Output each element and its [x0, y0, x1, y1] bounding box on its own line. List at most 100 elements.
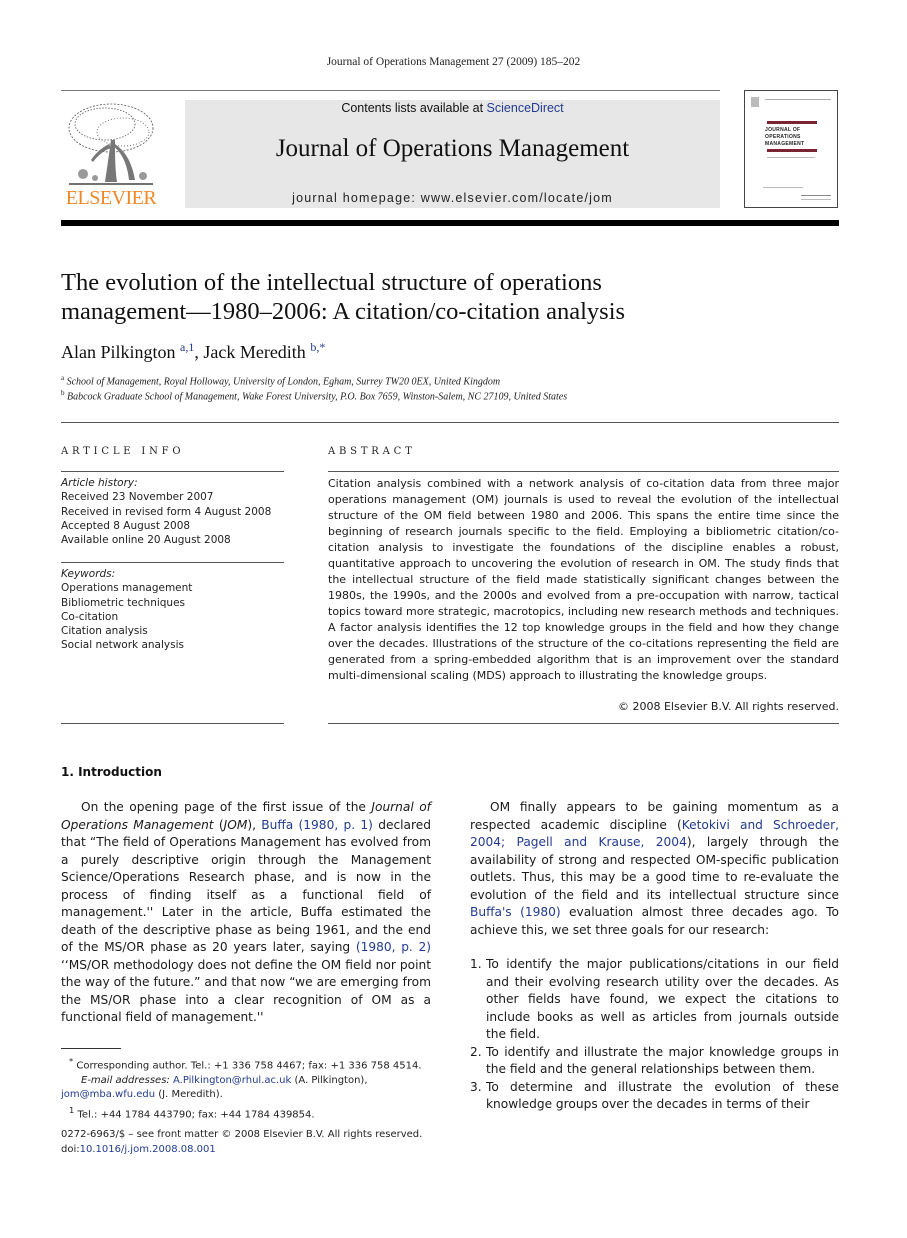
footnotes: * Corresponding author. Tel.: +1 336 758…	[61, 1054, 441, 1123]
cover-footer-line-2	[801, 195, 831, 196]
cover-title-line-3: MANAGEMENT	[765, 141, 805, 147]
goal-number: 1.	[470, 957, 482, 971]
keyword-item: Citation analysis	[61, 625, 148, 638]
author-marks[interactable]: b,*	[310, 340, 325, 354]
abstract-bottom-rule	[328, 723, 839, 724]
intro-paragraph-1: On the opening page of the first issue o…	[61, 799, 431, 1027]
affiliation-a: a School of Management, Royal Holloway, …	[61, 374, 500, 387]
article-title: The evolution of the intellectual struct…	[61, 268, 821, 326]
article-title-line-2: management—1980–2006: A citation/co-cita…	[61, 298, 626, 325]
goal-text: To identify the major publications/citat…	[486, 957, 839, 1041]
footnote-mark: *	[69, 1056, 74, 1066]
footnote-rule	[61, 1048, 121, 1049]
text-run: ‘‘MS/OR methodology does not define the …	[61, 957, 431, 1025]
affiliation-mark: b	[61, 389, 65, 397]
article-history-label: Article history:	[61, 477, 138, 489]
keyword-item: Bibliometric techniques	[61, 596, 186, 609]
article-info-rule	[61, 471, 284, 472]
cover-header-line	[765, 99, 831, 100]
email-link[interactable]: A.Pilkington@rhul.ac.uk	[173, 1075, 291, 1086]
author-separator: ,	[194, 342, 204, 362]
author-name[interactable]: Alan Pilkington	[61, 342, 176, 362]
email-owner: (A. Pilkington),	[291, 1074, 368, 1086]
abstract-heading: ABSTRACT	[328, 446, 416, 457]
goal-number: 2.	[470, 1044, 482, 1059]
contents-prefix: Contents lists available at	[341, 101, 487, 115]
intro-paragraph-2: OM finally appears to be gaining momentu…	[470, 799, 839, 939]
elsevier-tree-icon	[68, 103, 154, 185]
abstract-copyright: © 2008 Elsevier B.V. All rights reserved…	[617, 700, 839, 713]
article-info-bottom-rule	[61, 723, 284, 724]
cover-title-line-1: JOURNAL OF	[765, 127, 801, 133]
doi-link[interactable]: 10.1016/j.jom.2008.08.001	[80, 1144, 216, 1155]
goal-text: To identify and illustrate the major kno…	[486, 1044, 839, 1077]
masthead-bottom-rule	[61, 220, 839, 226]
footnote-mark: 1	[69, 1104, 75, 1115]
citation-link[interactable]: Buffa's (1980)	[470, 905, 561, 919]
front-matter-line: 0272-6963/$ – see front matter © 2008 El…	[61, 1129, 423, 1140]
front-matter: 0272-6963/$ – see front matter © 2008 El…	[61, 1128, 441, 1157]
running-head: Journal of Operations Management 27 (200…	[326, 56, 581, 68]
author-marks[interactable]: a,1	[180, 340, 194, 354]
email-owner: (J. Meredith).	[155, 1089, 223, 1101]
footnote-text: Tel.: +44 1784 443790; fax: +44 1784 439…	[77, 1109, 315, 1121]
footnote-corresponding: * Corresponding author. Tel.: +1 336 758…	[61, 1054, 441, 1074]
cover-title-line-2: OPERATIONS	[765, 134, 801, 140]
article-info-heading: ARTICLE INFO	[61, 446, 185, 457]
keywords-rule	[61, 562, 284, 563]
elsevier-logo[interactable]: ELSEVIER	[61, 96, 161, 210]
history-item: Available online 20 August 2008	[61, 534, 231, 547]
citation-link[interactable]: (1980, p. 2)	[356, 940, 431, 954]
text-run: ),	[247, 817, 262, 832]
text-run: On the opening page of the first issue o…	[81, 800, 372, 814]
goal-item: 1. To identify the major publications/cit…	[470, 956, 839, 1044]
contents-line: Contents lists available at ScienceDirec…	[185, 101, 720, 115]
keyword-item: Operations management	[61, 582, 193, 595]
affiliation-mark: a	[61, 374, 65, 382]
cover-subline	[767, 157, 815, 158]
keyword-item: Social network analysis	[61, 639, 184, 652]
journal-banner: Contents lists available at ScienceDirec…	[185, 100, 720, 208]
footnote-text: Corresponding author. Tel.: +1 336 758 4…	[76, 1060, 422, 1072]
goal-number: 3.	[470, 1079, 482, 1094]
doi-line: doi:10.1016/j.jom.2008.08.001	[61, 1143, 441, 1158]
keyword-item: Co-citation	[61, 610, 119, 623]
abstract-text: Citation analysis combined with a networ…	[328, 477, 839, 682]
footnote-1: 1 Tel.: +44 1784 443790; fax: +44 1784 4…	[61, 1103, 441, 1123]
text-run: declared that “The field of Operations M…	[61, 817, 431, 955]
text-run: (	[213, 817, 224, 832]
footnote-emails: E-mail addresses: A.Pilkington@rhul.ac.u…	[61, 1074, 441, 1089]
history-item: Received in revised form 4 August 2008	[61, 505, 272, 518]
citation-link[interactable]: Buffa (1980, p. 1)	[261, 818, 373, 832]
author-name[interactable]: Jack Meredith	[203, 342, 305, 362]
cover-footer-line-1	[763, 187, 803, 188]
article-title-line-1: The evolution of the intellectual struct…	[61, 269, 602, 296]
cover-bar-bottom	[767, 149, 817, 152]
elsevier-wordmark: ELSEVIER	[65, 187, 157, 209]
doi-prefix: doi:	[61, 1143, 80, 1155]
header-divider	[61, 422, 839, 423]
footnote-emails-cont: jom@mba.wfu.edu (J. Meredith).	[61, 1088, 441, 1103]
abstract-rule	[328, 471, 839, 472]
journal-cover-thumbnail[interactable]: JOURNAL OF OPERATIONS MANAGEMENT	[744, 90, 838, 208]
section-heading-introduction: 1. Introduction	[61, 765, 162, 779]
keywords-block: Keywords: Operations management Bibliome…	[61, 567, 284, 653]
goal-item: 3. To determine and illustrate the evolut…	[470, 1079, 839, 1114]
research-goals-list: 1. To identify the major publications/cit…	[470, 956, 839, 1114]
email-link[interactable]: jom@mba.wfu.edu	[61, 1089, 155, 1100]
cover-footer-line-3	[801, 199, 831, 200]
cover-logo-icon	[751, 97, 759, 107]
author-list: Alan Pilkington a,1, Jack Meredith b,*	[61, 340, 325, 363]
masthead-top-rule	[61, 90, 720, 91]
article-history: Article history: Received 23 November 20…	[61, 476, 284, 547]
journal-name: Journal of Operations Management	[275, 135, 630, 162]
keywords-label: Keywords:	[61, 568, 116, 580]
journal-homepage[interactable]: journal homepage: www.elsevier.com/locat…	[185, 191, 720, 205]
history-item: Accepted 8 August 2008	[61, 519, 191, 532]
history-item: Received 23 November 2007	[61, 491, 214, 504]
affiliation-b: b Babcock Graduate School of Management,…	[61, 389, 567, 402]
sciencedirect-link[interactable]: ScienceDirect	[487, 101, 564, 115]
affiliation-text: Babcock Graduate School of Management, W…	[67, 391, 568, 403]
goal-item: 2. To identify and illustrate the major k…	[470, 1044, 839, 1079]
affiliation-text: School of Management, Royal Holloway, Un…	[66, 376, 501, 388]
